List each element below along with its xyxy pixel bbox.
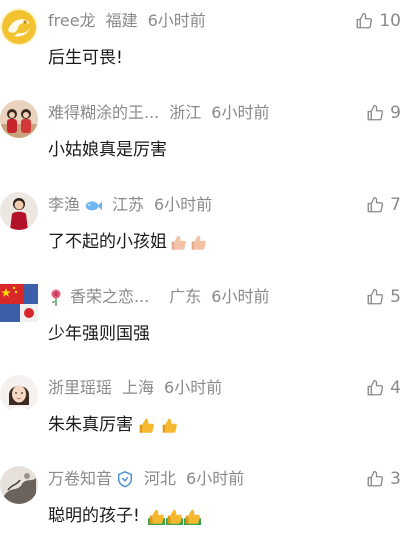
like-count: 3	[390, 469, 401, 489]
thumbs-up-icon	[366, 288, 384, 306]
avatar[interactable]	[0, 192, 38, 230]
timestamp: 6小时前	[211, 287, 270, 306]
avatar[interactable]	[0, 100, 38, 138]
username[interactable]: 难得糊涂的王...	[48, 100, 159, 126]
like-button[interactable]: 7	[366, 192, 401, 218]
region-label: 福建	[105, 11, 138, 30]
woman-portrait-avatar-icon	[0, 375, 38, 413]
fish-icon	[84, 196, 103, 214]
thumbs-up-icon	[366, 470, 384, 488]
rose-icon	[48, 288, 64, 306]
timestamp: 6小时前	[164, 378, 223, 397]
avatar[interactable]	[0, 466, 38, 504]
avatar[interactable]	[0, 284, 38, 322]
username[interactable]: 万卷知音	[48, 466, 112, 492]
thumbs-up-icon	[366, 196, 384, 214]
like-count: 10	[379, 11, 401, 31]
region-label: 江苏	[112, 195, 145, 214]
comment-body: 了不起的小孩姐	[48, 232, 167, 252]
comment-item: 难得糊涂的王... 浙江 6小时前 9 小姑娘真是厉害	[0, 100, 418, 190]
username[interactable]: free龙	[48, 8, 96, 34]
like-count: 5	[390, 287, 401, 307]
like-button[interactable]: 3	[366, 466, 401, 492]
region-label: 河北	[144, 469, 177, 488]
comment-body: 少年强则国强	[48, 324, 150, 344]
avatar[interactable]	[0, 8, 38, 46]
comment-meta: 浙里瑶瑶 上海 6小时前	[48, 375, 222, 401]
timestamp: 6小时前	[154, 195, 213, 214]
timestamp: 6小时前	[211, 103, 270, 122]
username[interactable]: 李渔	[48, 192, 80, 218]
comment-body: 后生可畏!	[48, 48, 123, 68]
comment-body: 小姑娘真是厉害	[48, 140, 167, 160]
avatar[interactable]	[0, 375, 38, 413]
comment-text: 后生可畏!	[48, 44, 123, 72]
green-thumbs-up-icon	[183, 508, 201, 525]
comment-meta: 香荣之恋... 广东 6小时前	[48, 284, 269, 310]
golden-dragon-avatar-icon	[0, 8, 38, 46]
like-button[interactable]: 9	[366, 100, 401, 126]
comment-text: 朱朱真厉害	[48, 411, 178, 439]
person-in-red-avatar-icon	[0, 192, 38, 230]
comment-text: 了不起的小孩姐	[48, 228, 207, 256]
comment-item: free龙 福建 6小时前 10 后生可畏!	[0, 8, 418, 98]
comment-text: 小姑娘真是厉害	[48, 136, 167, 164]
comment-text: 聪明的孩子!	[48, 502, 201, 530]
comment-meta: 万卷知音 河北 6小时前	[48, 466, 244, 492]
comment-meta: 难得糊涂的王... 浙江 6小时前	[48, 100, 269, 126]
yellow-thumbs-up-icon	[138, 417, 155, 434]
comment-text: 少年强则国强	[48, 320, 150, 348]
thumbs-up-icon	[170, 234, 187, 251]
comment-body: 聪明的孩子!	[48, 506, 140, 526]
timestamp: 6小时前	[147, 11, 206, 30]
shield-badge-icon	[116, 470, 134, 488]
like-count: 4	[390, 378, 401, 398]
flag-avatar-icon	[0, 284, 38, 322]
thumbs-up-icon	[366, 379, 384, 397]
thumbs-up-icon	[190, 234, 207, 251]
like-count: 9	[390, 103, 401, 123]
ink-painting-avatar-icon	[0, 466, 38, 504]
like-button[interactable]: 4	[366, 375, 401, 401]
green-thumbs-up-icon	[165, 508, 183, 525]
comment-item: 浙里瑶瑶 上海 6小时前 4 朱朱真厉害	[0, 375, 418, 465]
comment-item: 李渔 江苏 6小时前 7 了不起的小孩姐	[0, 192, 418, 282]
comment-item: 万卷知音 河北 6小时前 3 聪明的孩子!	[0, 466, 418, 556]
green-thumbs-up-icon	[147, 508, 165, 525]
username[interactable]: 浙里瑶瑶	[48, 375, 112, 401]
thumbs-up-icon	[355, 12, 373, 30]
thumbs-up-icon	[366, 104, 384, 122]
comment-meta: free龙 福建 6小时前	[48, 8, 206, 34]
yellow-thumbs-up-icon	[161, 417, 178, 434]
region-label: 浙江	[169, 103, 202, 122]
comment-item: 香荣之恋... 广东 6小时前 5 少年强则国强	[0, 284, 418, 374]
like-button[interactable]: 5	[366, 284, 401, 310]
like-button[interactable]: 10	[355, 8, 401, 34]
comment-body: 朱朱真厉害	[48, 415, 133, 435]
region-label: 广东	[169, 287, 202, 306]
timestamp: 6小时前	[186, 469, 245, 488]
region-label: 上海	[122, 378, 155, 397]
username[interactable]: 香荣之恋...	[70, 284, 149, 310]
comment-meta: 李渔 江苏 6小时前	[48, 192, 212, 218]
couple-photo-avatar-icon	[0, 100, 38, 138]
like-count: 7	[390, 195, 401, 215]
